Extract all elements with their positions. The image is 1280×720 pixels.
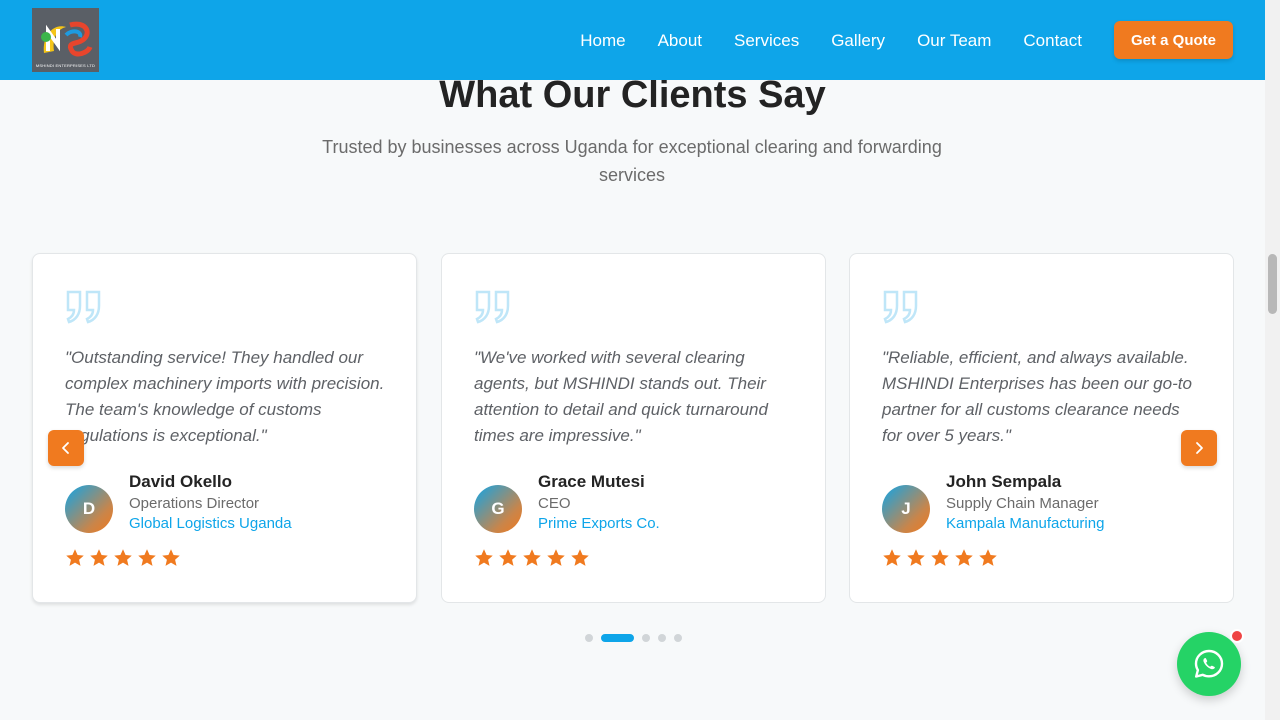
testimonial-author: G Grace Mutesi CEO Prime Exports Co.	[474, 471, 793, 534]
star-icon	[475, 549, 493, 566]
section-title: What Our Clients Say	[439, 74, 826, 116]
star-icon	[523, 549, 541, 566]
testimonial-quote: "Outstanding service! They handled our c…	[65, 348, 385, 445]
star-icon	[907, 549, 925, 566]
section-subtitle: Trusted by businesses across Uganda for …	[322, 137, 942, 185]
star-icon	[138, 549, 156, 566]
carousel-dot-1[interactable]	[585, 634, 593, 642]
whatsapp-icon	[1194, 649, 1224, 678]
avatar: J	[882, 485, 930, 533]
testimonial-quote: "Reliable, efficient, and always availab…	[882, 348, 1192, 445]
star-rating	[65, 548, 384, 568]
chevron-left-icon	[62, 442, 69, 454]
nav-home[interactable]: Home	[580, 32, 625, 49]
nav-about[interactable]: About	[658, 32, 702, 49]
page-scrollbar[interactable]	[1265, 0, 1280, 720]
logo-icon	[40, 21, 92, 57]
quote-icon	[66, 290, 101, 324]
star-icon	[66, 549, 84, 566]
carousel-dot-3[interactable]	[642, 634, 650, 642]
company-logo[interactable]: MSHINDI ENTERPRISES LTD	[32, 8, 99, 72]
scrollbar-thumb[interactable]	[1268, 254, 1277, 314]
author-role: Operations Director	[129, 495, 260, 512]
star-icon	[114, 549, 132, 566]
nav-gallery[interactable]: Gallery	[831, 32, 885, 49]
author-role: Supply Chain Manager	[946, 495, 1099, 512]
main-nav: Home About Services Gallery Our Team Con…	[580, 32, 1082, 49]
testimonial-card: "We've worked with several clearing agen…	[441, 253, 826, 603]
logo-text: MSHINDI ENTERPRISES LTD	[35, 63, 96, 68]
quote-icon	[475, 290, 510, 324]
testimonial-author: D David Okello Operations Director Globa…	[65, 471, 384, 534]
testimonial-card: "Outstanding service! They handled our c…	[32, 253, 417, 603]
avatar: D	[65, 485, 113, 533]
author-company: Global Logistics Uganda	[129, 515, 292, 532]
testimonial-quote: "We've worked with several clearing agen…	[474, 348, 768, 445]
notification-badge	[1230, 629, 1244, 643]
star-icon	[571, 549, 589, 566]
author-name: David Okello	[129, 472, 232, 491]
star-icon	[90, 549, 108, 566]
star-icon	[955, 549, 973, 566]
carousel-dots	[585, 634, 690, 642]
carousel-dot-5[interactable]	[674, 634, 682, 642]
author-role: CEO	[538, 495, 571, 512]
carousel-dot-2-active[interactable]	[601, 634, 634, 642]
author-company: Prime Exports Co.	[538, 515, 660, 532]
chevron-right-icon	[1196, 442, 1203, 454]
nav-contact[interactable]: Contact	[1023, 32, 1082, 49]
carousel-next-button[interactable]	[1181, 430, 1217, 466]
author-name: Grace Mutesi	[538, 472, 645, 491]
author-name: John Sempala	[946, 472, 1062, 491]
whatsapp-chat-button[interactable]	[1177, 632, 1241, 696]
nav-our-team[interactable]: Our Team	[917, 32, 991, 49]
quote-icon	[883, 290, 918, 324]
site-header: MSHINDI ENTERPRISES LTD Home About Servi…	[0, 0, 1265, 80]
star-icon	[931, 549, 949, 566]
testimonial-card: "Reliable, efficient, and always availab…	[849, 253, 1234, 603]
carousel-dot-4[interactable]	[658, 634, 666, 642]
get-quote-button[interactable]: Get a Quote	[1113, 21, 1233, 59]
carousel-prev-button[interactable]	[48, 430, 84, 466]
star-icon	[499, 549, 517, 566]
star-icon	[162, 549, 180, 566]
nav-services[interactable]: Services	[734, 32, 799, 49]
author-company: Kampala Manufacturing	[946, 515, 1105, 532]
star-icon	[547, 549, 565, 566]
star-icon	[979, 549, 997, 566]
star-rating	[474, 548, 793, 568]
testimonial-author: J John Sempala Supply Chain Manager Kamp…	[882, 471, 1201, 534]
avatar: G	[474, 485, 522, 533]
star-icon	[883, 549, 901, 566]
star-rating	[882, 548, 1201, 568]
